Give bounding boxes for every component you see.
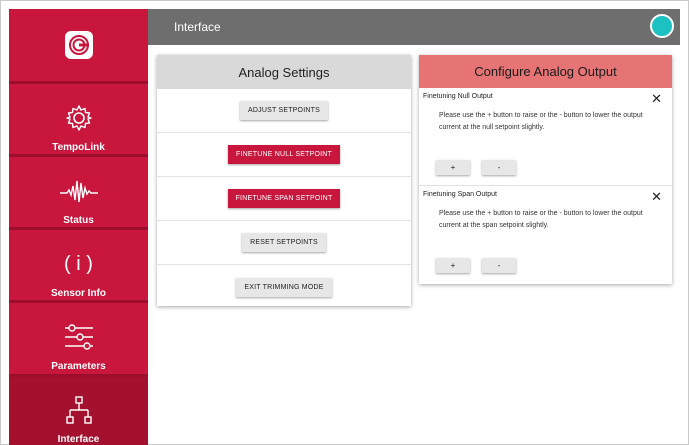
analog-row: RESET SETPOINTS	[157, 221, 411, 265]
finetune-null-setpoint-button[interactable]: FINETUNE NULL SETPOINT	[228, 145, 340, 164]
finetune-span-setpoint-button[interactable]: FINETUNE SPAN SETPOINT	[227, 189, 341, 208]
sidebar-item-label: Sensor Info	[50, 288, 106, 299]
span-plus-button[interactable]: +	[436, 258, 470, 273]
sidebar-item-interface[interactable]: Interface	[9, 374, 148, 445]
sidebar-item-tempolink[interactable]: TempoLink	[9, 81, 148, 154]
sidebar-item-label: Parameters	[51, 361, 106, 372]
close-icon[interactable]: ✕	[651, 189, 662, 205]
sidebar-item-status[interactable]: Status	[9, 154, 148, 227]
sidebar-item-sensor-info[interactable]: ( i ) Sensor Info	[9, 227, 148, 300]
sidebar-item-label: Status	[63, 215, 94, 226]
analog-settings-card: Analog Settings ADJUST SETPOINTS FINETUN…	[157, 55, 411, 306]
adjust-setpoints-button[interactable]: ADJUST SETPOINTS	[240, 101, 328, 120]
sidebar: TempoLink Status ( i ) Sensor Info Param…	[9, 9, 148, 445]
page-title: Interface	[174, 20, 221, 34]
network-icon	[64, 391, 94, 430]
close-icon[interactable]: ✕	[651, 91, 662, 107]
sidebar-item-label: TempoLink	[52, 142, 105, 153]
brand-logo-icon	[64, 31, 93, 59]
null-minus-button[interactable]: -	[482, 160, 516, 175]
section-description: Please use the + button to raise or the …	[439, 210, 643, 229]
sidebar-item-parameters[interactable]: Parameters	[9, 300, 148, 374]
section-title: Finetuning Span Output	[423, 191, 497, 198]
connection-status-indicator[interactable]	[650, 14, 674, 38]
section-title: Finetuning Null Output	[423, 93, 493, 100]
reset-setpoints-button[interactable]: RESET SETPOINTS	[242, 233, 326, 252]
analog-row: FINETUNE SPAN SETPOINT	[157, 177, 411, 221]
logo-area[interactable]	[9, 9, 148, 81]
configure-analog-output-card: Configure Analog Output Finetuning Null …	[419, 55, 672, 284]
finetuning-span-section: Finetuning Span Output ✕ Please use the …	[419, 186, 672, 284]
analog-row: FINETUNE NULL SETPOINT	[157, 133, 411, 177]
span-minus-button[interactable]: -	[482, 258, 516, 273]
null-plus-button[interactable]: +	[436, 160, 470, 175]
gear-icon	[64, 98, 94, 138]
exit-trimming-mode-button[interactable]: EXIT TRIMMING MODE	[236, 277, 332, 297]
info-icon: ( i )	[64, 252, 93, 275]
section-description: Please use the + button to raise or the …	[439, 112, 643, 131]
analog-settings-title: Analog Settings	[157, 55, 411, 89]
sliders-icon	[62, 317, 96, 357]
finetuning-null-section: Finetuning Null Output ✕ Please use the …	[419, 88, 672, 186]
analog-row: EXIT TRIMMING MODE	[157, 265, 411, 309]
analog-row: ADJUST SETPOINTS	[157, 89, 411, 133]
top-header: Interface	[148, 9, 680, 45]
configure-output-title: Configure Analog Output	[419, 55, 672, 88]
sidebar-item-label: Interface	[57, 434, 100, 445]
waveform-icon	[59, 171, 99, 211]
